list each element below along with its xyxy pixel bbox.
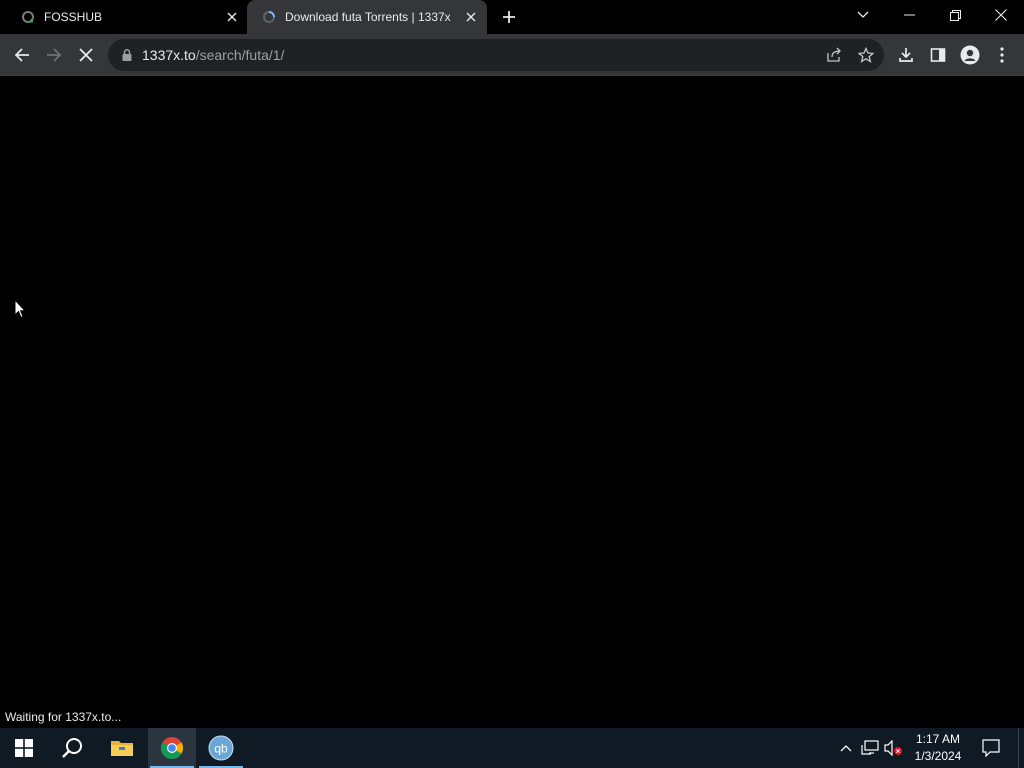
chrome-menu-button[interactable] bbox=[989, 42, 1015, 68]
restore-button[interactable] bbox=[932, 0, 978, 30]
system-clock[interactable]: 1:17 AM 1/3/2024 bbox=[908, 731, 968, 765]
qbittorrent-label: qb bbox=[214, 742, 228, 756]
close-tab-icon[interactable] bbox=[224, 9, 240, 25]
more-vertical-icon bbox=[1000, 47, 1004, 63]
close-window-button[interactable] bbox=[978, 0, 1024, 30]
tab-title: Download futa Torrents | 1337x bbox=[285, 10, 451, 24]
tab-strip: FOSSHUB Download futa Torrents | 1337x bbox=[0, 0, 1024, 34]
network-tray-button[interactable] bbox=[860, 738, 880, 758]
plus-icon bbox=[503, 11, 515, 23]
minimize-icon bbox=[903, 14, 915, 16]
star-icon bbox=[858, 47, 874, 63]
qbittorrent-taskbar-button[interactable]: qb bbox=[197, 728, 245, 768]
page-content bbox=[0, 77, 1024, 728]
download-icon bbox=[899, 48, 913, 62]
avatar-icon bbox=[960, 45, 980, 65]
chrome-taskbar-button[interactable] bbox=[148, 728, 196, 768]
tab-1337x[interactable]: Download futa Torrents | 1337x bbox=[247, 0, 487, 34]
qbittorrent-icon: qb bbox=[208, 735, 234, 761]
fosshub-favicon-icon bbox=[20, 9, 36, 25]
chrome-icon bbox=[161, 737, 183, 759]
url-text[interactable]: 1337x.to/search/futa/1/ bbox=[142, 47, 284, 63]
show-desktop-button[interactable] bbox=[1018, 728, 1024, 768]
mouse-cursor-icon bbox=[14, 299, 26, 319]
side-panel-button[interactable] bbox=[925, 42, 951, 68]
downloads-button[interactable] bbox=[893, 42, 919, 68]
status-bubble: Waiting for 1337x.to... bbox=[0, 707, 127, 728]
network-icon bbox=[861, 740, 879, 755]
stop-loading-button[interactable] bbox=[73, 42, 99, 68]
profile-button[interactable] bbox=[957, 42, 983, 68]
file-explorer-button[interactable] bbox=[98, 728, 146, 768]
close-icon bbox=[79, 48, 93, 62]
windows-taskbar: qb 1:17 AM 1/3/2024 bbox=[0, 728, 1024, 768]
chevron-up-icon bbox=[840, 745, 852, 752]
notification-icon bbox=[982, 739, 1000, 757]
windows-icon bbox=[15, 739, 33, 757]
notifications-button[interactable] bbox=[976, 728, 1006, 768]
show-hidden-icons-button[interactable] bbox=[836, 738, 856, 758]
url-host: 1337x.to bbox=[142, 47, 196, 63]
volume-tray-button[interactable] bbox=[884, 738, 904, 758]
share-icon bbox=[827, 47, 841, 62]
volume-muted-icon bbox=[884, 740, 902, 756]
search-button[interactable] bbox=[48, 728, 96, 768]
start-button[interactable] bbox=[0, 728, 48, 768]
clock-time: 1:17 AM bbox=[915, 732, 961, 746]
folder-icon bbox=[111, 741, 133, 756]
close-icon bbox=[995, 9, 1007, 21]
restore-icon bbox=[949, 9, 961, 21]
back-button[interactable] bbox=[9, 42, 35, 68]
share-button[interactable] bbox=[824, 45, 844, 65]
loading-favicon-icon bbox=[261, 9, 277, 25]
close-tab-icon[interactable] bbox=[463, 9, 479, 25]
new-tab-button[interactable] bbox=[498, 6, 520, 28]
url-path: /search/futa/1/ bbox=[195, 47, 285, 63]
browser-toolbar: 1337x.to/search/futa/1/ bbox=[0, 34, 1024, 76]
bookmark-button[interactable] bbox=[856, 45, 876, 65]
arrow-left-icon bbox=[14, 48, 29, 62]
side-panel-icon bbox=[930, 48, 946, 62]
tab-fosshub[interactable]: FOSSHUB bbox=[0, 0, 246, 34]
chevron-down-icon bbox=[857, 11, 869, 18]
clock-date: 1/3/2024 bbox=[914, 749, 962, 763]
minimize-button[interactable] bbox=[886, 0, 932, 30]
lock-icon[interactable] bbox=[120, 48, 134, 62]
tab-title: FOSSHUB bbox=[44, 10, 103, 24]
forward-button[interactable] bbox=[41, 42, 67, 68]
tab-search-button[interactable] bbox=[840, 0, 886, 30]
arrow-right-icon bbox=[47, 48, 62, 62]
address-bar[interactable]: 1337x.to/search/futa/1/ bbox=[108, 39, 884, 71]
search-icon bbox=[62, 738, 82, 758]
